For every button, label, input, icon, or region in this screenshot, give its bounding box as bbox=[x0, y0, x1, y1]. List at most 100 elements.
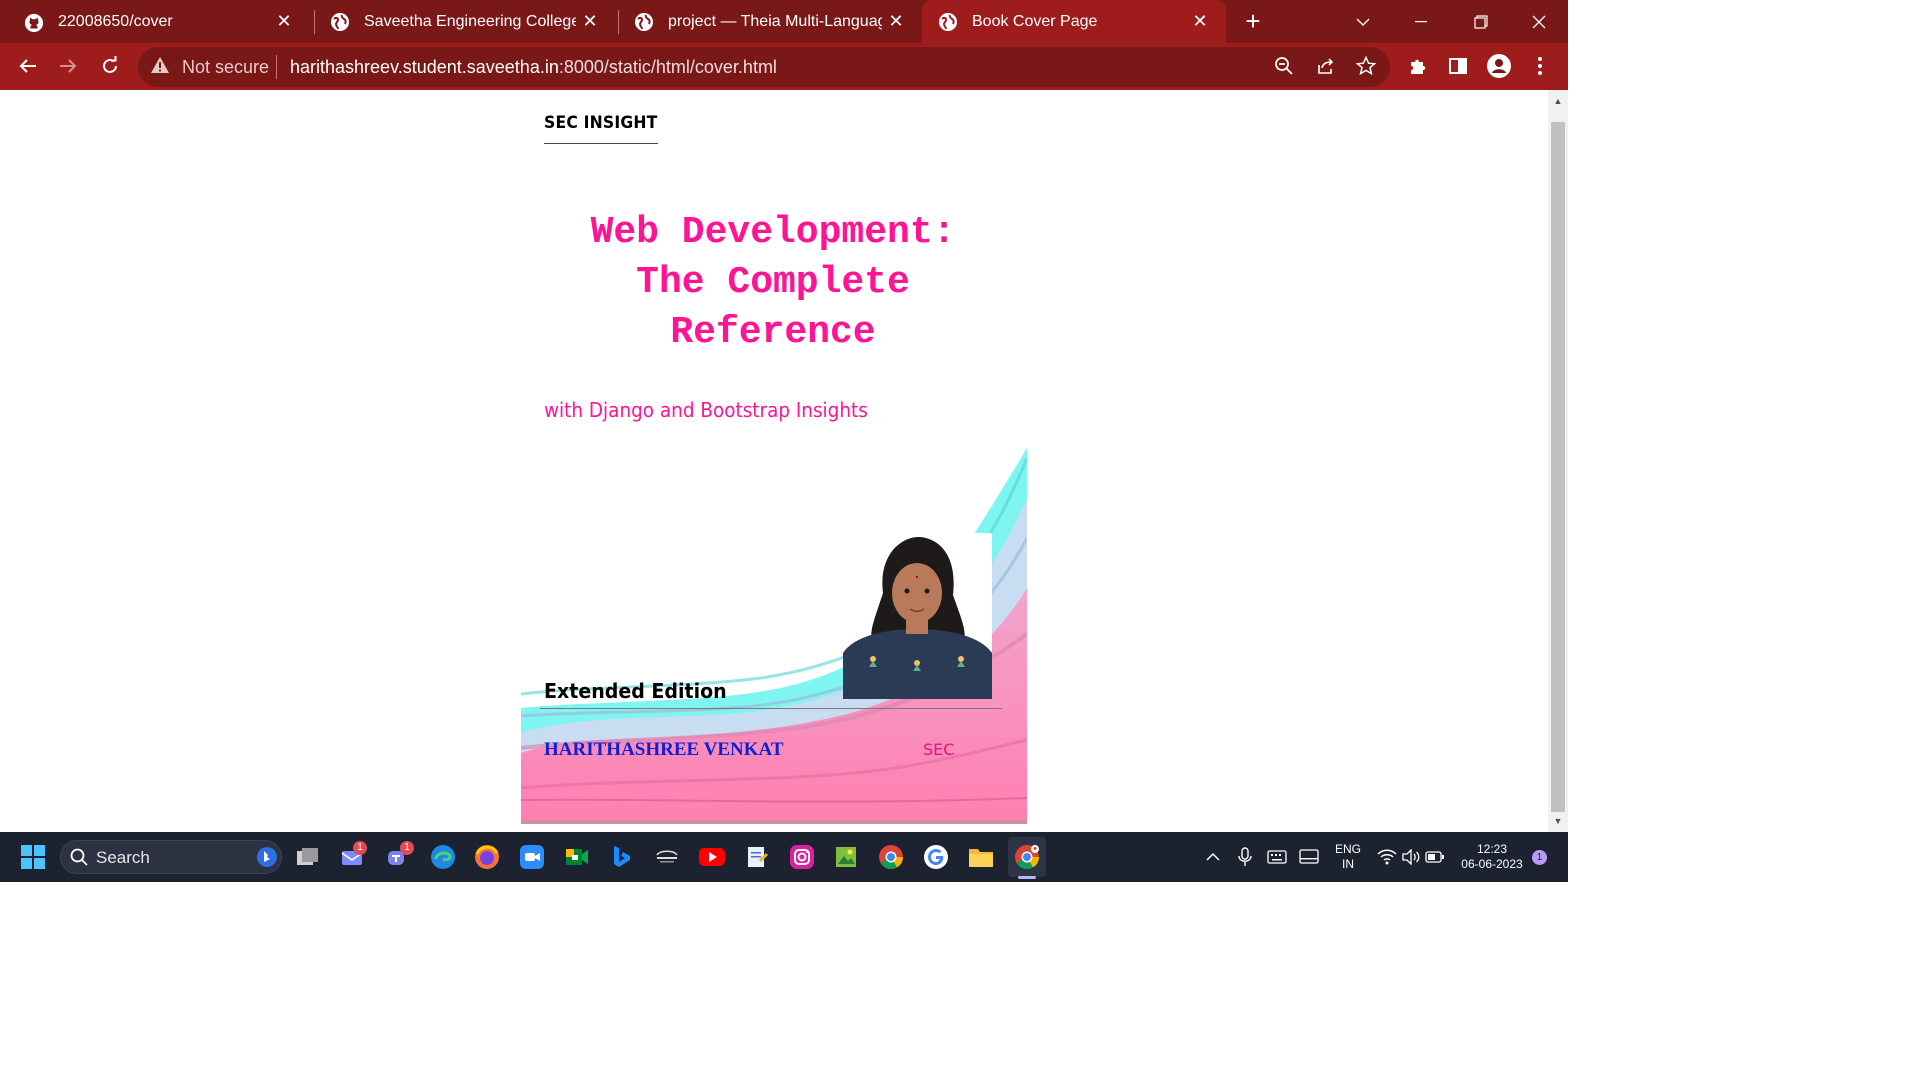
chevron-up-icon[interactable] bbox=[1198, 841, 1228, 873]
notification-badge[interactable]: 1 bbox=[1532, 850, 1547, 865]
bing-icon[interactable] bbox=[606, 841, 636, 873]
language-line1: ENG bbox=[1334, 842, 1361, 856]
side-panel-icon bbox=[1449, 58, 1467, 74]
bookmark-button[interactable] bbox=[1350, 50, 1382, 82]
book-title-line: Web Development: bbox=[590, 211, 956, 254]
teams-badge: 1 bbox=[400, 841, 414, 855]
share-icon bbox=[1318, 58, 1334, 74]
tab-search-button[interactable] bbox=[1334, 0, 1392, 43]
new-tab-button[interactable]: + bbox=[1238, 6, 1268, 36]
battery-icon[interactable] bbox=[1420, 841, 1450, 873]
hotstar-icon[interactable] bbox=[652, 841, 682, 873]
search-label: Search bbox=[96, 848, 150, 867]
edge-icon[interactable] bbox=[428, 841, 458, 873]
restore-button[interactable] bbox=[1452, 0, 1510, 43]
url-host: harithashreev.student.saveetha.in bbox=[290, 57, 559, 77]
arrow-right-icon bbox=[60, 59, 77, 73]
zoom-icon[interactable] bbox=[517, 841, 547, 873]
tab-book-cover-page[interactable]: Book Cover Page ✕ bbox=[922, 0, 1226, 43]
avatar-icon bbox=[1487, 54, 1511, 78]
close-icon[interactable]: ✕ bbox=[270, 11, 298, 32]
bing-chat-icon[interactable] bbox=[252, 841, 282, 873]
publisher-label: SEC bbox=[923, 740, 955, 759]
minimize-button[interactable] bbox=[1392, 0, 1450, 43]
reload-button[interactable] bbox=[94, 50, 126, 82]
notepad-icon[interactable] bbox=[742, 841, 772, 873]
brand-name: SEC INSIGHT bbox=[544, 113, 658, 133]
menu-button[interactable] bbox=[1524, 50, 1556, 82]
side-panel-button[interactable] bbox=[1442, 50, 1474, 82]
microphone-icon[interactable] bbox=[1230, 841, 1260, 873]
arrow-left-icon bbox=[19, 59, 36, 73]
zoom-button[interactable] bbox=[1268, 50, 1300, 82]
edition-label: Extended Edition bbox=[544, 679, 727, 703]
author-name: HARITHASHREE VENKAT bbox=[544, 739, 784, 760]
warning-icon bbox=[150, 56, 170, 79]
close-icon[interactable]: ✕ bbox=[576, 11, 604, 32]
tab-theia-project[interactable]: project — Theia Multi-Language ✕ bbox=[610, 0, 922, 43]
globe-icon bbox=[634, 12, 654, 32]
instagram-icon[interactable] bbox=[787, 841, 817, 873]
chrome-icon[interactable] bbox=[876, 841, 906, 873]
forward-button[interactable] bbox=[52, 50, 84, 82]
keyboard-icon[interactable] bbox=[1262, 841, 1292, 873]
restore-icon bbox=[1474, 14, 1488, 29]
star-icon bbox=[1356, 56, 1376, 76]
scroll-up-icon[interactable]: ▲ bbox=[1548, 92, 1568, 110]
scroll-down-icon[interactable]: ▼ bbox=[1548, 812, 1568, 830]
firefox-icon[interactable] bbox=[472, 841, 502, 873]
author-photo bbox=[843, 533, 992, 699]
photos-icon[interactable] bbox=[831, 841, 861, 873]
share-button[interactable] bbox=[1310, 50, 1342, 82]
brand-underline bbox=[544, 143, 658, 144]
book-title: Web Development: The Complete Reference bbox=[530, 208, 1016, 358]
close-icon bbox=[1532, 15, 1546, 28]
tab-title: Book Cover Page bbox=[972, 12, 1098, 30]
reload-icon bbox=[103, 56, 117, 73]
search-icon bbox=[64, 841, 94, 873]
url-text[interactable]: harithashreev.student.saveetha.in:8000/s… bbox=[290, 55, 777, 79]
book-title-line: The Complete bbox=[636, 261, 910, 304]
vertical-scrollbar[interactable]: ▲ ▼ bbox=[1548, 90, 1568, 832]
task-view-icon[interactable] bbox=[293, 841, 323, 873]
tab-title: Saveetha Engineering College bbox=[364, 12, 576, 30]
clock[interactable]: 12:23 06-06-2023 bbox=[1456, 842, 1528, 872]
back-button[interactable] bbox=[12, 50, 44, 82]
globe-icon bbox=[938, 12, 958, 32]
chrome-profile-icon[interactable] bbox=[1008, 837, 1046, 877]
divider bbox=[276, 55, 277, 79]
windows-start-icon[interactable] bbox=[18, 841, 48, 873]
globe-icon bbox=[330, 12, 350, 32]
extensions-button[interactable] bbox=[1402, 50, 1434, 82]
scroll-thumb[interactable] bbox=[1551, 122, 1565, 812]
kebab-menu-icon bbox=[1538, 57, 1542, 75]
clock-time: 12:23 bbox=[1476, 842, 1508, 856]
close-window-button[interactable] bbox=[1510, 0, 1568, 43]
book-subtitle: with Django and Bootstrap Insights bbox=[544, 398, 868, 422]
display-icon[interactable] bbox=[1294, 841, 1324, 873]
zoom-out-icon bbox=[1275, 57, 1293, 75]
url-path: :8000/static/html/cover.html bbox=[558, 57, 777, 77]
language-line2: IN bbox=[1342, 857, 1354, 871]
book-title-line: Reference bbox=[670, 311, 876, 354]
github-icon bbox=[24, 12, 44, 32]
tab-github-cover[interactable]: 22008650/cover ✕ bbox=[0, 0, 310, 43]
site-info-button[interactable]: Not secure bbox=[150, 55, 269, 79]
close-icon[interactable]: ✕ bbox=[882, 11, 910, 32]
file-explorer-icon[interactable] bbox=[966, 841, 996, 873]
meet-icon[interactable] bbox=[562, 841, 592, 873]
security-label: Not secure bbox=[182, 56, 270, 77]
minimize-icon bbox=[1415, 20, 1427, 22]
edition-divider bbox=[540, 708, 1002, 709]
language-indicator[interactable]: ENG IN bbox=[1328, 842, 1368, 872]
mail-badge: 1 bbox=[353, 841, 367, 855]
chevron-down-icon bbox=[1356, 18, 1370, 26]
puzzle-icon bbox=[1411, 59, 1426, 74]
tab-title: project — Theia Multi-Language bbox=[668, 12, 882, 30]
close-icon[interactable]: ✕ bbox=[1186, 11, 1214, 32]
profile-button[interactable] bbox=[1483, 50, 1515, 82]
google-icon[interactable] bbox=[921, 841, 951, 873]
youtube-icon[interactable] bbox=[697, 841, 727, 873]
tab-title: 22008650/cover bbox=[58, 12, 173, 30]
tab-saveetha[interactable]: Saveetha Engineering College ✕ bbox=[306, 0, 616, 43]
